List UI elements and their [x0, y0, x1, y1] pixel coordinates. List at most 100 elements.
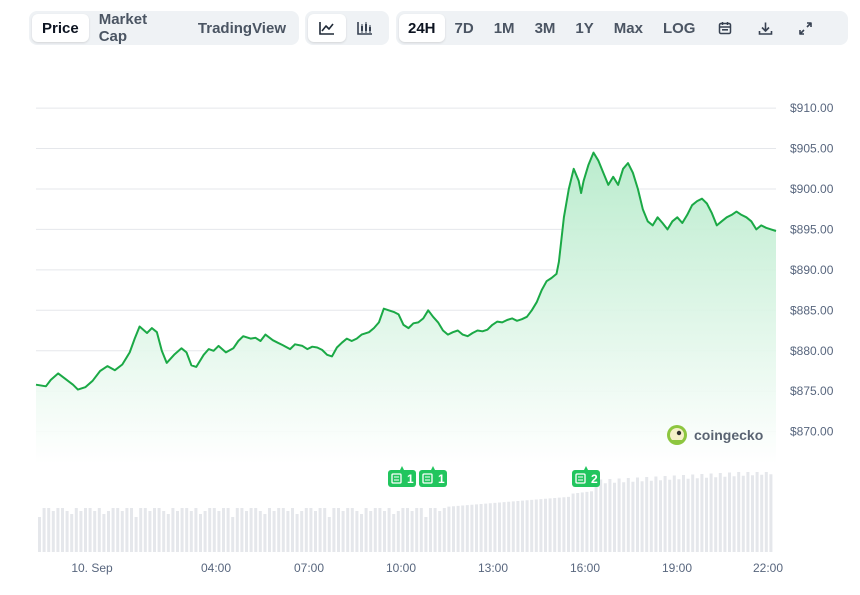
volume-bar	[654, 476, 658, 552]
volume-bar	[84, 508, 87, 552]
volume-bar	[392, 514, 396, 552]
volume-bar	[254, 508, 258, 552]
volume-bar	[332, 508, 336, 552]
volume-bar	[751, 475, 754, 552]
news-event-marker[interactable]: 2	[572, 466, 600, 487]
volume-bar	[364, 508, 368, 552]
x-tick-label: 04:00	[201, 561, 231, 575]
volume-bar	[176, 511, 179, 552]
volume-bar	[442, 508, 446, 552]
volume-bar	[498, 502, 501, 552]
volume-bar	[130, 508, 133, 552]
volume-bar	[102, 514, 106, 552]
volume-bar	[682, 475, 685, 552]
volume-bar	[585, 491, 589, 552]
volume-bar	[208, 508, 212, 552]
volume-bar	[415, 508, 419, 552]
price-chart[interactable]: $910.00 $905.00 $900.00 $895.00 $890.00 $885.…	[0, 0, 860, 595]
y-tick-label: $870.00	[790, 425, 834, 439]
volume-bar	[576, 492, 580, 552]
volume-bar	[111, 508, 115, 552]
volume-bar	[240, 508, 244, 552]
news-event-marker[interactable]: 1	[388, 466, 416, 487]
volume-bar	[746, 472, 750, 552]
volume-bar	[116, 508, 120, 552]
volume-bar	[640, 481, 644, 552]
volume-bar	[760, 474, 764, 552]
volume-bar	[396, 511, 400, 552]
volume-bar	[631, 481, 635, 552]
volume-bar	[199, 514, 202, 552]
volume-bar	[378, 508, 382, 552]
volume-bar	[737, 472, 741, 552]
volume-bar	[695, 478, 699, 552]
y-tick-label: $885.00	[790, 303, 834, 317]
news-event-count: 2	[591, 472, 598, 486]
volume-bar	[231, 517, 235, 552]
volume-bar	[705, 477, 708, 552]
volume-bar	[534, 499, 538, 552]
volume-bar	[70, 514, 74, 552]
volume-bar	[626, 478, 630, 552]
volume-bar	[56, 508, 60, 552]
volume-bar	[97, 508, 101, 552]
volume-bar	[728, 472, 731, 552]
news-event-count: 1	[407, 472, 414, 486]
volume-bar	[447, 506, 451, 552]
volume-bar	[373, 508, 377, 552]
volume-bar	[148, 511, 152, 552]
volume-bar	[668, 479, 672, 552]
volume-bar	[470, 504, 474, 552]
volume-bar	[300, 511, 304, 552]
price-area-fill	[36, 152, 776, 464]
volume-bar	[268, 508, 271, 552]
volume-bar	[723, 476, 727, 552]
x-tick-label: 10. Sep	[71, 561, 113, 575]
volume-bar	[318, 508, 322, 552]
volume-bar	[291, 508, 294, 552]
volume-bar	[314, 511, 317, 552]
volume-bar	[539, 499, 543, 552]
volume-bar	[438, 511, 442, 552]
volume-bar	[714, 477, 718, 552]
volume-bar	[521, 500, 524, 552]
volume-bar	[530, 499, 534, 552]
volume-bar	[571, 493, 575, 552]
volume-bar	[107, 511, 110, 552]
volume-bar	[645, 477, 649, 552]
news-event-marker[interactable]: 1	[419, 466, 447, 487]
volume-bar	[346, 508, 350, 552]
volume-bar	[557, 497, 561, 552]
y-tick-label: $910.00	[790, 101, 834, 115]
volume-bar	[134, 517, 138, 552]
volume-bar	[360, 514, 363, 552]
volume-bar	[295, 514, 299, 552]
coingecko-watermark: coingecko	[667, 425, 763, 445]
y-tick-label: $900.00	[790, 182, 834, 196]
volume-bar	[456, 505, 460, 552]
volume-bar	[622, 482, 626, 552]
volume-bar	[562, 497, 566, 552]
volume-bar	[516, 501, 520, 552]
volume-bar	[350, 508, 354, 552]
y-tick-label: $895.00	[790, 222, 834, 236]
volume-bar	[166, 514, 170, 552]
volume-bar	[153, 508, 156, 552]
volume-bar	[249, 508, 253, 552]
x-tick-label: 16:00	[570, 561, 600, 575]
volume-bar	[120, 511, 124, 552]
volume-bar	[493, 502, 497, 552]
volume-bar	[139, 508, 143, 552]
volume-bar	[567, 496, 570, 552]
volume-bar	[511, 501, 515, 552]
volume-bar	[410, 511, 414, 552]
volume-bar	[548, 498, 552, 552]
volume-bar	[171, 508, 175, 552]
volume-bar	[38, 517, 41, 552]
volume-bar	[617, 478, 621, 552]
volume-bar	[337, 508, 340, 552]
volume-bar	[406, 508, 409, 552]
y-tick-label: $905.00	[790, 142, 834, 156]
volume-bar	[79, 511, 83, 552]
volume-bar	[125, 508, 129, 552]
